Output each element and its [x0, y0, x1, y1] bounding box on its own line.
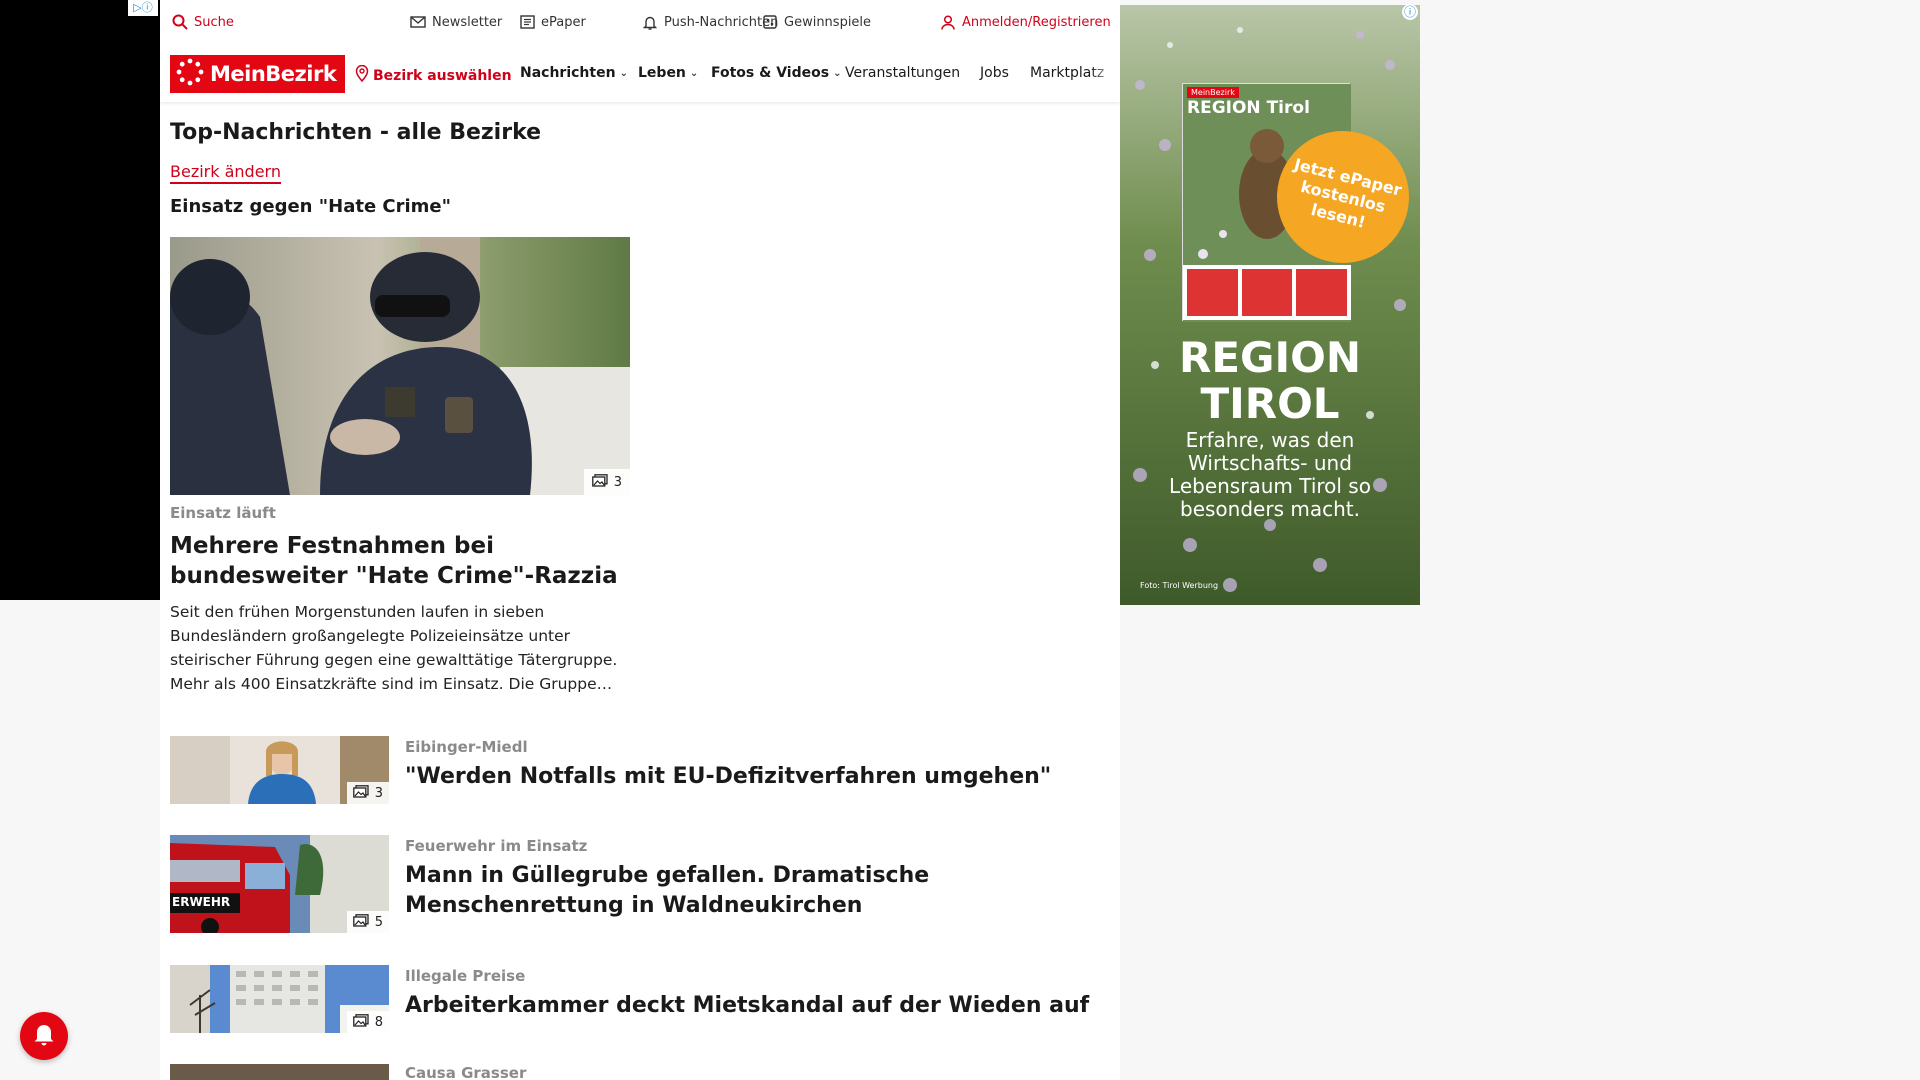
- article-headline[interactable]: Mann in Güllegrube gefallen. Dramatische…: [405, 861, 1105, 921]
- bell-icon: [642, 14, 658, 30]
- search-link[interactable]: Suche: [172, 14, 234, 30]
- photo-count-badge: 8: [346, 1011, 389, 1033]
- image-gallery-icon: [352, 1013, 369, 1031]
- search-icon: [172, 14, 188, 30]
- article-thumbnail[interactable]: ERWEHR 5: [170, 835, 389, 933]
- photo-count: 5: [374, 914, 383, 930]
- police-raid-photo: [170, 237, 630, 495]
- article-kicker: Illegale Preise: [405, 967, 526, 985]
- nav-item-life[interactable]: Leben ⌄: [638, 65, 698, 81]
- district-selector-label: Bezirk auswählen: [373, 67, 512, 84]
- newsletter-link[interactable]: Newsletter: [410, 14, 502, 30]
- article-headline[interactable]: "Werden Notfalls mit EU-Defizitverfahren…: [405, 762, 1105, 792]
- photo-credit: Foto: Tirol Werbung: [1140, 581, 1219, 590]
- site-logo[interactable]: MeinBezirk: [170, 55, 345, 93]
- magazine-title: REGION Tirol: [1187, 98, 1310, 118]
- article-headline[interactable]: Mehrere Festnahmen bei bundesweiter "Hat…: [170, 531, 640, 591]
- right-ad-banner[interactable]: MeinBezirk REGION Tirol Jetzt ePaper kos…: [1120, 5, 1420, 605]
- nav-item-events[interactable]: Veranstaltungen: [845, 65, 960, 81]
- article-kicker: Feuerwehr im Einsatz: [405, 837, 588, 855]
- list-item[interactable]: 3 Eibinger-Miedl "Werden Notfalls mit EU…: [170, 736, 1100, 804]
- hero-article-image[interactable]: 3: [170, 237, 630, 495]
- nav-item-label: Nachrichten: [520, 65, 616, 81]
- nav-item-news[interactable]: Nachrichten ⌄: [520, 65, 628, 81]
- preview-page: [1296, 269, 1348, 316]
- push-notifications-link[interactable]: Push-Nachrichten: [642, 14, 778, 30]
- photo-count: 3: [613, 474, 622, 490]
- epaper-label: ePaper: [541, 14, 586, 30]
- article-teaser: Seit den frühen Morgenstunden laufen in …: [170, 603, 618, 693]
- preview-page: [1241, 269, 1293, 316]
- bell-icon: [33, 1022, 55, 1050]
- ad-info-icon[interactable]: ⓘ: [1402, 4, 1418, 20]
- article-thumbnail[interactable]: 8: [170, 965, 389, 1033]
- article-thumbnail[interactable]: [170, 1064, 389, 1080]
- nav-item-label: Leben: [638, 65, 686, 81]
- list-item[interactable]: ERWEHR 5 Feuerwehr im Einsatz Mann in Gü…: [170, 835, 1100, 933]
- nav-fade-overlay: [1090, 60, 1120, 90]
- photo-count-badge: 3: [583, 469, 630, 495]
- preview-page: [1187, 269, 1238, 316]
- newspaper-icon: [519, 14, 535, 30]
- login-link[interactable]: Anmelden/Registrieren: [940, 14, 1111, 30]
- main-navigation: MeinBezirk Bezirk auswählen Nachrichten …: [160, 46, 1120, 102]
- sweepstakes-link[interactable]: Gewinnspiele: [762, 14, 871, 30]
- photo-count: 3: [374, 785, 383, 801]
- change-district-link[interactable]: Bezirk ändern: [170, 162, 281, 184]
- chevron-down-icon: ⌄: [619, 67, 628, 79]
- nav-item-jobs[interactable]: Jobs: [980, 65, 1009, 81]
- image-gallery-icon: [591, 473, 608, 491]
- article-thumbnail[interactable]: 3: [170, 736, 389, 804]
- gift-icon: [762, 14, 778, 30]
- image-gallery-icon: [352, 913, 369, 931]
- ad-headline: REGION TIROL: [1120, 335, 1420, 427]
- article-kicker: Einsatz läuft: [170, 504, 276, 522]
- chevron-down-icon: ⌄: [833, 67, 842, 79]
- epaper-link[interactable]: ePaper: [519, 14, 586, 30]
- ad-choices-icon[interactable]: ▷ⓘ: [128, 0, 158, 16]
- location-pin-icon: [355, 64, 369, 86]
- left-ad-banner[interactable]: [0, 0, 160, 600]
- user-icon: [940, 14, 956, 30]
- article-kicker: Eibinger-Miedl: [405, 738, 528, 756]
- ad-headline-line: REGION: [1179, 333, 1361, 382]
- utility-bar: Suche Newsletter ePaper Push-Nachrichten…: [160, 0, 1120, 46]
- photo-count: 8: [374, 1014, 383, 1030]
- magazine-logo: MeinBezirk: [1187, 87, 1239, 98]
- district-selector[interactable]: Bezirk auswählen: [355, 64, 512, 86]
- list-item[interactable]: 8 Illegale Preise Arbeiterkammer deckt M…: [170, 965, 1100, 1033]
- photo-count-badge: 3: [346, 782, 389, 804]
- photo-count-badge: 5: [346, 911, 389, 933]
- notification-bell-button[interactable]: [20, 1012, 68, 1060]
- ad-headline-line: TIROL: [1200, 379, 1340, 428]
- newsletter-label: Newsletter: [432, 14, 503, 30]
- page-title: Top-Nachrichten - alle Bezirke: [170, 120, 542, 145]
- chevron-down-icon: ⌄: [689, 67, 699, 79]
- search-label: Suche: [194, 14, 234, 30]
- magazine-preview-strip: [1183, 265, 1351, 320]
- article-kicker: Causa Grasser: [405, 1064, 527, 1080]
- truck-lettering: ERWEHR: [172, 895, 231, 909]
- nav-item-label: Veranstaltungen: [845, 65, 961, 81]
- nav-item-label: Fotos & Videos: [711, 65, 830, 81]
- ad-copy: Erfahre, was den Wirtschafts- und Lebens…: [1169, 428, 1371, 521]
- nav-item-label: Jobs: [980, 65, 1009, 81]
- article-headline[interactable]: Arbeiterkammer deckt Mietskandal auf der…: [405, 991, 1105, 1021]
- envelope-icon: [410, 14, 426, 30]
- topic-title: Einsatz gegen "Hate Crime": [170, 196, 452, 217]
- image-gallery-icon: [352, 784, 369, 802]
- logo-text: MeinBezirk: [210, 62, 337, 86]
- logo-sun-icon: [176, 58, 204, 90]
- login-label: Anmelden/Registrieren: [962, 14, 1111, 30]
- page-content: Suche Newsletter ePaper Push-Nachrichten…: [160, 0, 1120, 1080]
- list-item[interactable]: Causa Grasser: [170, 1064, 1100, 1080]
- nav-item-photos-videos[interactable]: Fotos & Videos ⌄: [711, 65, 841, 81]
- sweepstakes-label: Gewinnspiele: [784, 14, 872, 30]
